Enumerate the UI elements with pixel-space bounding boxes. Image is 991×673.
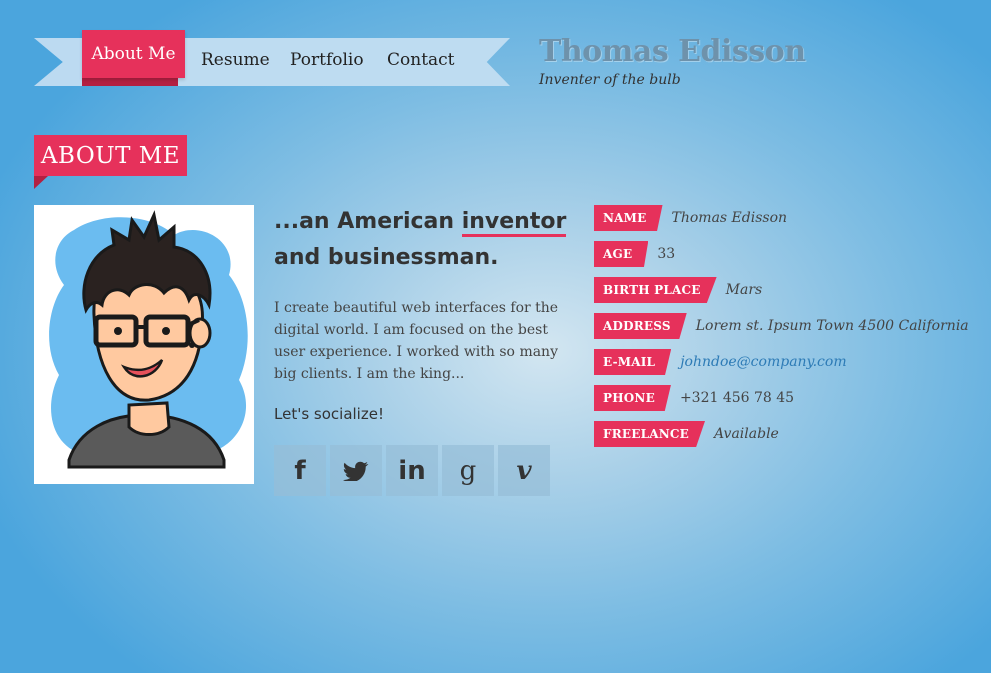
linkedin-button[interactable]: in	[386, 445, 438, 496]
info-value: +321 456 78 45	[679, 390, 795, 406]
nav-item-resume[interactable]: Resume	[201, 50, 270, 70]
social-links: f in g v	[274, 445, 550, 496]
google-button[interactable]: g	[442, 445, 494, 496]
bio-text: I create beautiful web interfaces for th…	[274, 300, 559, 382]
info-row-freelance: FREELANCE Available	[594, 421, 779, 447]
info-value: Lorem st. Ipsum Town 4500 California	[695, 318, 969, 334]
info-label: NAME	[594, 205, 663, 231]
vimeo-icon: v	[516, 455, 532, 486]
headline: ...an American inventor and businessman.	[274, 204, 574, 276]
info-value: Mars	[725, 282, 763, 298]
linkedin-icon: in	[398, 455, 426, 486]
google-icon: g	[459, 455, 477, 486]
nav-active-fold	[82, 78, 178, 86]
info-label: ADDRESS	[594, 313, 687, 339]
info-label: E-MAIL	[594, 349, 672, 375]
site-tagline: Inventer of the bulb	[539, 72, 681, 88]
info-value: Available	[714, 426, 779, 442]
headline-text-end: and businessman.	[274, 245, 499, 270]
site-name: Thomas Edisson	[539, 34, 806, 69]
nav-item-about-me[interactable]: About Me	[82, 30, 185, 78]
email-link[interactable]: johndoe@company.com	[680, 354, 846, 370]
info-label: BIRTH PLACE	[594, 277, 717, 303]
headline-text: ...an American	[274, 209, 462, 234]
nav-item-label: About Me	[91, 44, 176, 64]
info-row-birth-place: BIRTH PLACE Mars	[594, 277, 762, 303]
nav-item-contact[interactable]: Contact	[387, 50, 455, 70]
facebook-icon: f	[294, 455, 306, 486]
info-label: AGE	[594, 241, 649, 267]
info-row-email: E-MAIL johndoe@company.com	[594, 349, 847, 375]
section-title: ABOUT ME	[34, 135, 187, 176]
info-row-phone: PHONE +321 456 78 45	[594, 385, 794, 411]
section-title-fold	[34, 176, 48, 189]
vimeo-button[interactable]: v	[498, 445, 550, 496]
info-label: FREELANCE	[594, 421, 705, 447]
info-row-address: ADDRESS Lorem st. Ipsum Town 4500 Califo…	[594, 313, 969, 339]
headline-highlight: inventor	[461, 209, 567, 237]
avatar	[34, 205, 254, 484]
avatar-illustration	[49, 210, 248, 469]
info-row-name: NAME Thomas Edisson	[594, 205, 787, 231]
nav-item-portfolio[interactable]: Portfolio	[290, 50, 364, 70]
info-label: PHONE	[594, 385, 671, 411]
twitter-button[interactable]	[330, 445, 382, 496]
info-value: Thomas Edisson	[671, 210, 788, 226]
info-value: 33	[657, 246, 676, 262]
socialize-label: Let's socialize!	[274, 405, 384, 423]
info-row-age: AGE 33	[594, 241, 675, 267]
facebook-button[interactable]: f	[274, 445, 326, 496]
twitter-icon	[343, 461, 369, 481]
